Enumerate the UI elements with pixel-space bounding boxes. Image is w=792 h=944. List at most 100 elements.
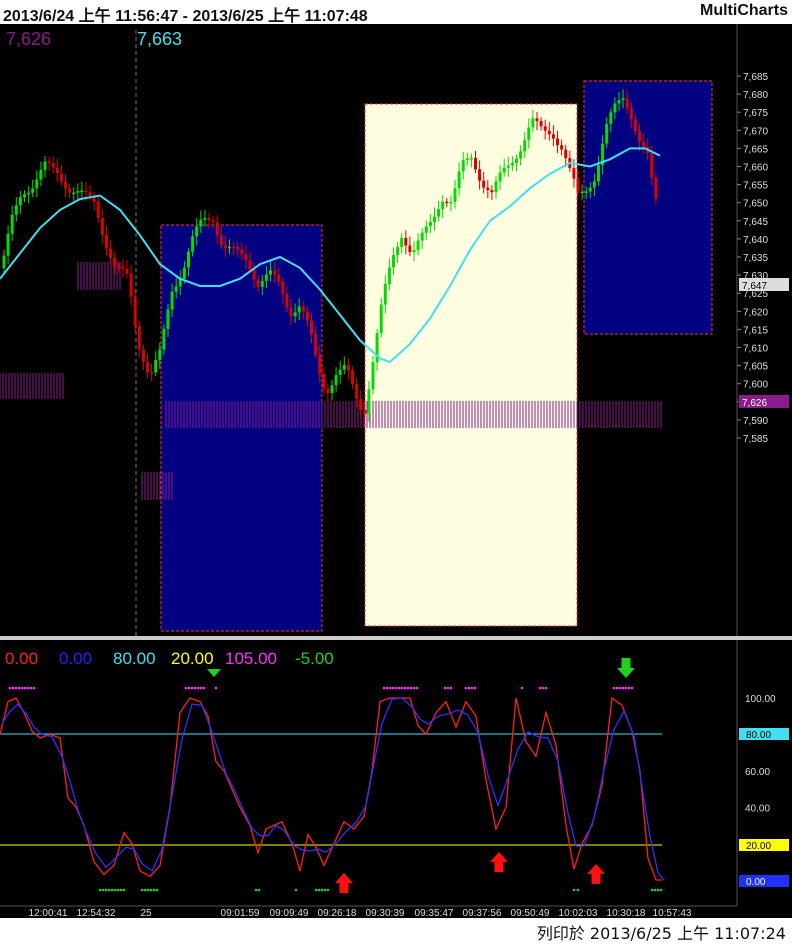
candle-body bbox=[2, 255, 6, 268]
candle-body bbox=[80, 190, 84, 193]
candle-body bbox=[269, 270, 272, 275]
candle-body bbox=[498, 172, 502, 182]
volume-profile-band bbox=[77, 262, 121, 290]
candle-body bbox=[10, 214, 14, 234]
candle-body bbox=[469, 157, 473, 160]
candle-body bbox=[322, 373, 326, 389]
indicator-tick-label: 40.00 bbox=[745, 804, 770, 815]
signal-dot bbox=[391, 686, 395, 690]
candle-body bbox=[219, 235, 223, 246]
candle-body bbox=[650, 152, 654, 178]
candle-body bbox=[141, 349, 145, 363]
candle-body bbox=[408, 245, 412, 253]
candle-body bbox=[84, 190, 88, 193]
legend-value: 80.00 bbox=[113, 649, 156, 668]
candle-body bbox=[564, 149, 568, 159]
candle-body bbox=[76, 191, 80, 193]
time-tick-label: 10:02:03 bbox=[559, 908, 598, 918]
candle-body bbox=[523, 140, 527, 152]
candle-body bbox=[31, 188, 35, 193]
candle-body bbox=[39, 169, 43, 180]
candle-body bbox=[351, 370, 354, 384]
price-tick-label: 7,665 bbox=[743, 144, 768, 155]
signal-dot bbox=[467, 686, 471, 690]
price-tick-label: 7,590 bbox=[743, 416, 768, 427]
candle-body bbox=[638, 131, 641, 143]
signal-dot bbox=[152, 888, 156, 892]
candle-body bbox=[367, 389, 371, 414]
candle-body bbox=[310, 320, 313, 335]
candle-body bbox=[494, 181, 498, 193]
candle-body bbox=[27, 192, 31, 195]
signal-dot bbox=[187, 686, 191, 690]
candle-body bbox=[281, 281, 285, 294]
legend-value: 0.00 bbox=[59, 649, 92, 668]
candle-body bbox=[592, 181, 596, 188]
signal-dot bbox=[449, 686, 453, 690]
signal-dot bbox=[576, 888, 580, 892]
candle-body bbox=[428, 221, 432, 227]
app-name: MultiCharts bbox=[700, 2, 788, 19]
candle-body bbox=[551, 134, 555, 139]
panel-separator[interactable] bbox=[0, 636, 792, 640]
indicator-panel[interactable] bbox=[0, 640, 792, 906]
signal-dot bbox=[618, 686, 622, 690]
candle-body bbox=[64, 181, 67, 189]
signal-dot bbox=[32, 686, 36, 690]
signal-dot bbox=[653, 888, 657, 892]
price-tick-label: 7,605 bbox=[743, 362, 768, 373]
price-tick-label: 7,685 bbox=[743, 72, 768, 83]
signal-dot bbox=[14, 686, 18, 690]
signal-dot bbox=[656, 888, 660, 892]
signal-dot bbox=[415, 686, 419, 690]
candle-body bbox=[642, 142, 646, 147]
candle-body bbox=[203, 217, 207, 220]
candle-body bbox=[256, 279, 260, 287]
candle-body bbox=[35, 179, 39, 189]
candle-body bbox=[437, 209, 441, 217]
signal-dot bbox=[627, 686, 631, 690]
signal-dot bbox=[659, 888, 663, 892]
candle-body bbox=[133, 296, 137, 326]
time-tick-label: 10:30:18 bbox=[607, 908, 646, 918]
signal-dot bbox=[473, 686, 477, 690]
signal-dot bbox=[520, 686, 524, 690]
candle-body bbox=[531, 118, 535, 128]
signal-dot bbox=[544, 686, 548, 690]
tag-20-text: 20.00 bbox=[746, 841, 771, 852]
signal-dot bbox=[122, 888, 126, 892]
price-tick-label: 7,635 bbox=[743, 253, 768, 264]
candle-body bbox=[539, 121, 543, 127]
candle-body bbox=[387, 267, 391, 284]
signal-dot bbox=[464, 686, 468, 690]
price-tick-label: 7,655 bbox=[743, 181, 768, 192]
signal-dot bbox=[202, 686, 206, 690]
candle-body bbox=[371, 362, 375, 390]
candle-body bbox=[301, 306, 305, 312]
candle-body bbox=[72, 192, 76, 195]
candle-body bbox=[326, 388, 330, 394]
candle-body bbox=[244, 254, 248, 261]
print-footer: 列印於 2013/6/25 上午 11:07:24 bbox=[0, 918, 792, 943]
candle-body bbox=[88, 191, 92, 196]
candle-body bbox=[195, 226, 199, 237]
candle-body bbox=[43, 161, 47, 170]
time-tick-label: 09:26:18 bbox=[318, 908, 357, 918]
tag-80-text: 80.00 bbox=[746, 730, 771, 741]
candle-body bbox=[400, 237, 404, 248]
time-tick-label: 09:37:56 bbox=[463, 908, 502, 918]
candle-body bbox=[580, 191, 584, 194]
signal-dot bbox=[323, 888, 327, 892]
candle-body bbox=[105, 235, 108, 249]
candle-body bbox=[597, 165, 600, 182]
candle-body bbox=[412, 250, 416, 253]
candle-body bbox=[461, 160, 465, 172]
candle-body bbox=[396, 247, 400, 256]
signal-dot bbox=[443, 686, 447, 690]
chart-area[interactable]: 7,685 7,680 7,675 7,670 7,665 7,660 7,655 7,650… bbox=[0, 24, 792, 919]
candle-body bbox=[457, 171, 461, 189]
candle-body bbox=[191, 236, 195, 252]
candle-body bbox=[55, 167, 59, 174]
candle-body bbox=[117, 265, 121, 268]
print-timestamp: 列印於 2013/6/25 上午 11:07:24 bbox=[536, 924, 786, 943]
